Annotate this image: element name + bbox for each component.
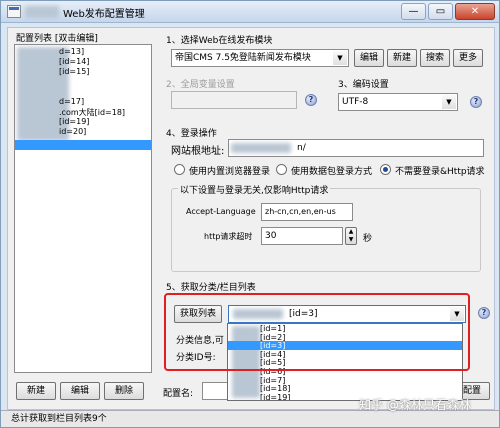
- title-bar[interactable]: Web发布配置管理 — ▭ ✕: [1, 1, 499, 23]
- config-name-label: 配置名:: [163, 389, 194, 399]
- timeout-unit: 秒: [363, 234, 373, 244]
- list-item[interactable]: [15, 140, 151, 150]
- list-item[interactable]: [id=14]: [15, 57, 151, 67]
- section4-label: 4、登录操作: [166, 129, 217, 139]
- timeout-stepper[interactable]: ▲ ▼: [345, 227, 357, 245]
- section1-label: 1、选择Web在线发布模块: [166, 36, 273, 46]
- module-select-value: 帝国CMS 7.5免登陆新闻发布模块: [175, 53, 311, 63]
- list-item-label: [id=19]: [59, 117, 90, 126]
- section3-label: 3、编码设置: [338, 80, 389, 90]
- timeout-label: http请求超时: [204, 232, 253, 241]
- login-packet-label: 使用数据包登录方式: [291, 167, 373, 177]
- maximize-button[interactable]: ▭: [428, 3, 453, 20]
- config-list[interactable]: d=13] [id=14] [id=15] d=17] .com大陆[id=18] [id…: [14, 44, 152, 373]
- module-new-button[interactable]: 新建: [387, 49, 417, 67]
- site-url-value: n/: [297, 143, 306, 153]
- list-item[interactable]: d=13]: [15, 47, 151, 57]
- highlight-box: [164, 293, 470, 371]
- list-item-label: id=20]: [59, 127, 87, 136]
- list-item-label: d=13]: [59, 47, 85, 56]
- list-item[interactable]: [15, 77, 151, 87]
- site-url-field[interactable]: n/: [228, 139, 484, 157]
- global-variable-field[interactable]: [171, 91, 297, 109]
- list-item[interactable]: [15, 87, 151, 97]
- module-more-button[interactable]: 更多: [453, 49, 483, 67]
- close-button[interactable]: ✕: [455, 3, 495, 20]
- new-config-button[interactable]: 新建: [16, 382, 56, 400]
- list-item-label: d=17]: [59, 97, 85, 106]
- help-icon[interactable]: ?: [470, 96, 482, 108]
- redacted-site-url: [231, 143, 291, 153]
- module-select[interactable]: 帝国CMS 7.5免登陆新闻发布模块 ▼: [171, 49, 349, 67]
- list-item[interactable]: d=17]: [15, 97, 151, 107]
- chevron-down-icon: ▼: [442, 95, 456, 109]
- timeout-field[interactable]: 30: [261, 227, 343, 245]
- delete-config-button[interactable]: 删除: [104, 382, 144, 400]
- config-list-header: 配置列表 [双击编辑]: [16, 34, 98, 44]
- window-title: Web发布配置管理: [63, 9, 145, 20]
- http-settings-note: 以下设置与登录无关,仅影响Http请求: [178, 183, 331, 196]
- login-none-label: 不需要登录&Http请求: [395, 167, 485, 177]
- login-builtin-radio[interactable]: [174, 164, 185, 175]
- accept-language-field[interactable]: zh-cn,cn,en,en-us: [261, 203, 353, 221]
- list-item[interactable]: .com大陆[id=18]: [15, 107, 151, 117]
- help-icon[interactable]: ?: [305, 94, 317, 106]
- list-item-label: [id=15]: [59, 67, 90, 76]
- chevron-down-icon: ▼: [333, 51, 347, 65]
- list-item-label: [id=14]: [59, 57, 90, 66]
- help-icon[interactable]: ?: [478, 307, 490, 319]
- login-none-radio[interactable]: [380, 164, 391, 175]
- encoding-select[interactable]: UTF-8 ▼: [338, 93, 458, 111]
- watermark: 知乎 @森林只看森林: [359, 398, 471, 412]
- module-search-button[interactable]: 搜索: [420, 49, 450, 67]
- minimize-button[interactable]: —: [401, 3, 426, 20]
- login-builtin-label: 使用内置浏览器登录: [189, 167, 271, 177]
- app-icon: [7, 5, 21, 18]
- section2-label: 2、全局变量设置: [166, 80, 235, 90]
- site-url-label: 网站根地址:: [171, 146, 225, 157]
- encoding-select-value: UTF-8: [342, 97, 369, 107]
- redacted-title-prefix: [25, 6, 59, 18]
- module-edit-button[interactable]: 编辑: [354, 49, 384, 67]
- list-item[interactable]: id=20]: [15, 127, 151, 137]
- list-item[interactable]: [id=15]: [15, 67, 151, 77]
- main-window: Web发布配置管理 — ▭ ✕ 配置列表 [双击编辑] d=13] [id=14]…: [0, 0, 500, 428]
- section5-label: 5、获取分类/栏目列表: [166, 283, 256, 293]
- list-item[interactable]: [id=19]: [15, 117, 151, 127]
- accept-language-label: Accept-Language: [186, 207, 256, 216]
- login-packet-radio[interactable]: [276, 164, 287, 175]
- edit-config-button[interactable]: 编辑: [60, 382, 100, 400]
